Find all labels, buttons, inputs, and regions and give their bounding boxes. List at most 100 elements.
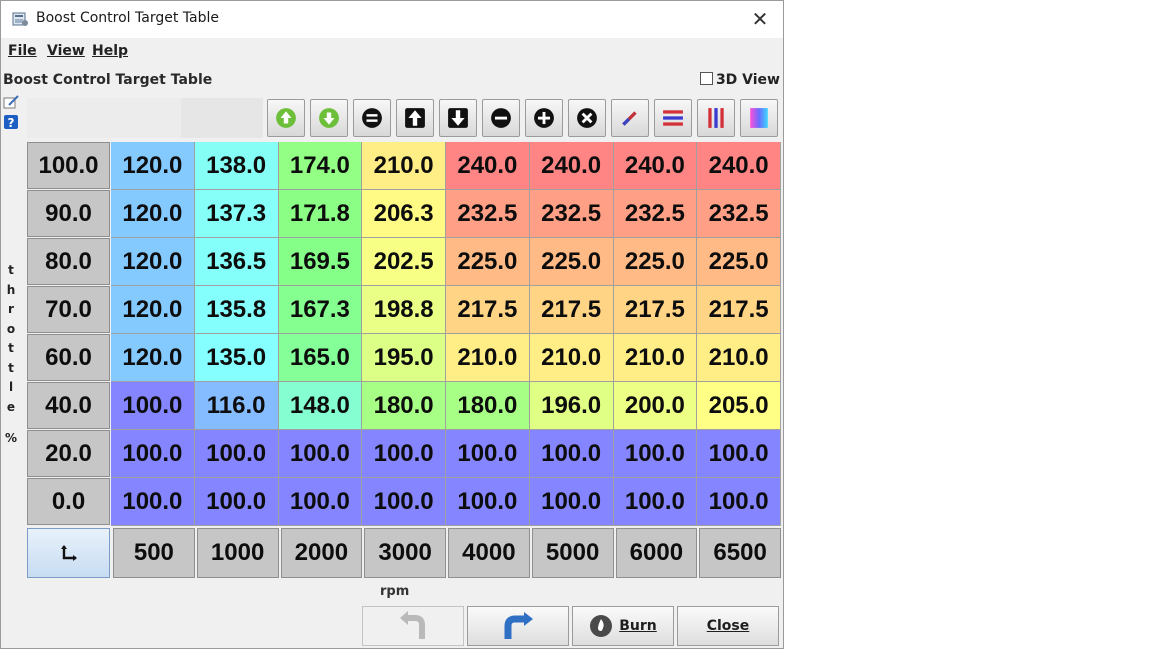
- 3d-view-checkbox[interactable]: 3D View: [699, 72, 780, 88]
- table-cell[interactable]: 206.3: [362, 190, 446, 238]
- table-cell[interactable]: 100.0: [194, 430, 279, 478]
- column-header[interactable]: 2000: [280, 528, 363, 578]
- toolbar-button-color-gradient[interactable]: [740, 99, 778, 137]
- column-header[interactable]: 1000: [196, 528, 279, 578]
- table-cell[interactable]: 167.3: [278, 286, 363, 334]
- table-cell[interactable]: 120.0: [111, 190, 195, 238]
- table-cell[interactable]: 232.5: [529, 190, 614, 238]
- toolbar-button-arrow-up-green[interactable]: [267, 99, 305, 137]
- table-cell[interactable]: 240.0: [613, 142, 698, 190]
- column-header[interactable]: 3000: [364, 528, 446, 578]
- table-cell[interactable]: 100.0: [697, 430, 781, 478]
- table-cell[interactable]: 100.0: [529, 430, 614, 478]
- table-cell[interactable]: 100.0: [362, 478, 446, 526]
- table-cell[interactable]: 240.0: [697, 142, 781, 190]
- axis-swap-button[interactable]: [27, 528, 110, 578]
- table-cell[interactable]: 120.0: [111, 142, 195, 190]
- table-cell[interactable]: 120.0: [111, 238, 195, 286]
- table-cell[interactable]: 180.0: [362, 382, 446, 430]
- table-cell[interactable]: 100.0: [111, 430, 195, 478]
- table-cell[interactable]: 100.0: [278, 478, 363, 526]
- table-cell[interactable]: 225.0: [529, 238, 614, 286]
- table-cell[interactable]: 210.0: [446, 334, 530, 382]
- column-header[interactable]: 5000: [531, 528, 614, 578]
- table-cell[interactable]: 225.0: [697, 238, 781, 286]
- toolbar-button-pen[interactable]: [611, 99, 649, 137]
- table-cell[interactable]: 225.0: [446, 238, 530, 286]
- column-header[interactable]: 6000: [615, 528, 698, 578]
- burn-button[interactable]: Burn: [572, 606, 674, 646]
- row-header[interactable]: 70.0: [27, 286, 110, 333]
- table-cell[interactable]: 100.0: [111, 478, 195, 526]
- table-cell[interactable]: 240.0: [446, 142, 530, 190]
- redo-button[interactable]: [467, 606, 569, 646]
- table-cell[interactable]: 100.0: [613, 430, 698, 478]
- table-cell[interactable]: 100.0: [697, 478, 781, 526]
- table-cell[interactable]: 100.0: [529, 478, 614, 526]
- row-header[interactable]: 90.0: [27, 190, 110, 237]
- table-cell[interactable]: 217.5: [613, 286, 698, 334]
- row-header[interactable]: 0.0: [27, 478, 110, 525]
- table-cell[interactable]: 217.5: [529, 286, 614, 334]
- toolbar-button-arrow-down-green[interactable]: [310, 99, 348, 137]
- window-close-button[interactable]: ✕: [747, 6, 773, 32]
- table-cell[interactable]: 174.0: [278, 142, 363, 190]
- table-cell[interactable]: 135.0: [194, 334, 279, 382]
- table-cell[interactable]: 100.0: [446, 478, 530, 526]
- table-cell[interactable]: 100.0: [278, 430, 363, 478]
- table-cell[interactable]: 232.5: [446, 190, 530, 238]
- column-header[interactable]: 4000: [448, 528, 530, 578]
- table-cell[interactable]: 137.3: [194, 190, 279, 238]
- table-cell[interactable]: 210.0: [529, 334, 614, 382]
- table-cell[interactable]: 217.5: [697, 286, 781, 334]
- table-cell[interactable]: 120.0: [111, 286, 195, 334]
- table-cell[interactable]: 200.0: [613, 382, 698, 430]
- table-cell[interactable]: 180.0: [446, 382, 530, 430]
- table-cell[interactable]: 217.5: [446, 286, 530, 334]
- row-header[interactable]: 80.0: [27, 238, 110, 285]
- toolbar-button-horizontal-interpolate[interactable]: [654, 99, 692, 137]
- table-cell[interactable]: 138.0: [194, 142, 279, 190]
- toolbar-button-minus[interactable]: [482, 99, 520, 137]
- row-header[interactable]: 60.0: [27, 334, 110, 381]
- checkbox-box[interactable]: [699, 72, 713, 85]
- table-cell[interactable]: 210.0: [613, 334, 698, 382]
- table-cell[interactable]: 171.8: [278, 190, 363, 238]
- menu-view[interactable]: View: [47, 43, 85, 59]
- help-icon[interactable]: ?: [3, 114, 19, 130]
- column-header[interactable]: 6500: [699, 528, 781, 578]
- table-cell[interactable]: 205.0: [697, 382, 781, 430]
- table-cell[interactable]: 195.0: [362, 334, 446, 382]
- table-cell[interactable]: 232.5: [613, 190, 698, 238]
- table-cell[interactable]: 210.0: [362, 142, 446, 190]
- toolbar-button-multiply[interactable]: [568, 99, 606, 137]
- menu-help[interactable]: Help: [92, 43, 128, 59]
- row-header[interactable]: 40.0: [27, 382, 110, 429]
- toolbar-button-arrow-up[interactable]: [396, 99, 434, 137]
- toolbar-button-equals[interactable]: [353, 99, 391, 137]
- table-cell[interactable]: 240.0: [529, 142, 614, 190]
- close-button[interactable]: Close: [677, 606, 779, 646]
- toolbar-button-vertical-interpolate[interactable]: [697, 99, 735, 137]
- table-cell[interactable]: 116.0: [194, 382, 279, 430]
- undo-button[interactable]: [362, 606, 464, 646]
- table-cell[interactable]: 148.0: [278, 382, 363, 430]
- table-cell[interactable]: 232.5: [697, 190, 781, 238]
- toolbar-button-plus[interactable]: [525, 99, 563, 137]
- row-header[interactable]: 100.0: [27, 142, 110, 189]
- table-cell[interactable]: 100.0: [111, 382, 195, 430]
- table-cell[interactable]: 165.0: [278, 334, 363, 382]
- table-cell[interactable]: 100.0: [613, 478, 698, 526]
- menu-file[interactable]: File: [8, 43, 37, 59]
- toolbar-button-arrow-down[interactable]: [439, 99, 477, 137]
- table-cell[interactable]: 225.0: [613, 238, 698, 286]
- table-cell[interactable]: 100.0: [446, 430, 530, 478]
- table-cell[interactable]: 120.0: [111, 334, 195, 382]
- edit-note-icon[interactable]: [3, 94, 19, 110]
- column-header[interactable]: 500: [113, 528, 195, 578]
- table-cell[interactable]: 136.5: [194, 238, 279, 286]
- table-cell[interactable]: 198.8: [362, 286, 446, 334]
- table-cell[interactable]: 169.5: [278, 238, 363, 286]
- table-cell[interactable]: 135.8: [194, 286, 279, 334]
- table-cell[interactable]: 202.5: [362, 238, 446, 286]
